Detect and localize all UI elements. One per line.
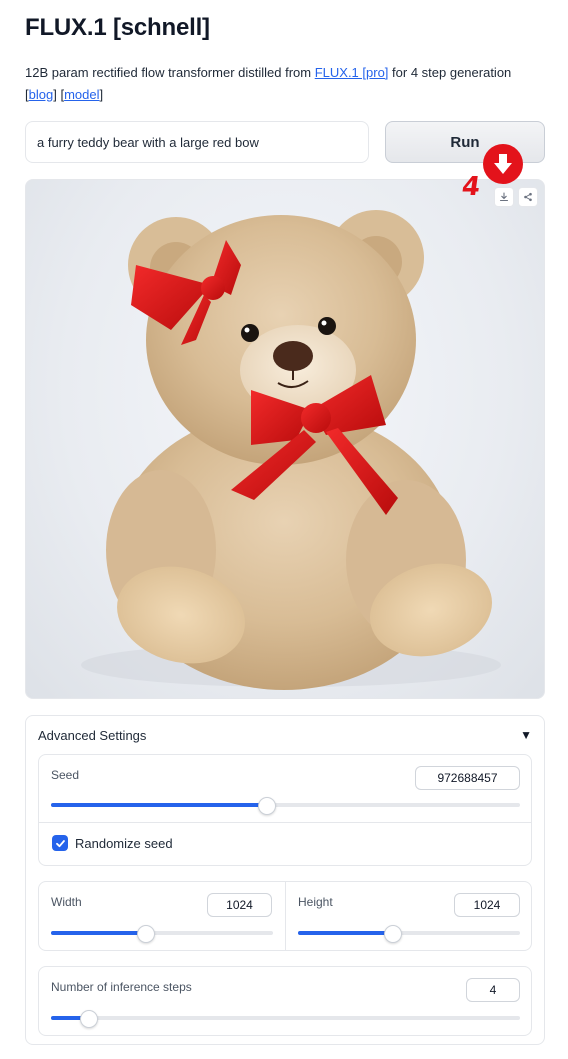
download-icon: [499, 192, 509, 202]
advanced-settings-title[interactable]: Advanced Settings: [38, 728, 146, 743]
collapse-toggle-icon[interactable]: ▼: [520, 728, 532, 742]
inference-steps-slider-thumb[interactable]: [79, 1010, 98, 1028]
randomize-seed-label[interactable]: Randomize seed: [75, 836, 173, 851]
page-title: FLUX.1 [schnell]: [25, 14, 210, 41]
prompt-field[interactable]: [25, 121, 369, 163]
inference-steps-label: Number of inference steps: [51, 980, 192, 994]
width-slider[interactable]: [51, 925, 273, 943]
seed-input[interactable]: [415, 766, 520, 790]
width-slider-thumb[interactable]: [137, 925, 156, 943]
width-label: Width: [51, 895, 82, 909]
advanced-settings-panel: Advanced Settings ▼ Seed Randomize seed …: [25, 715, 545, 1045]
model-link[interactable]: model: [64, 87, 99, 102]
description-text-2: for 4 step generation: [388, 65, 512, 80]
blog-link[interactable]: blog: [29, 87, 54, 102]
description: 12B param rectified flow transformer dis…: [25, 62, 545, 106]
result-image-panel: [25, 179, 545, 699]
generated-image: [81, 210, 501, 690]
seed-slider-thumb[interactable]: [257, 797, 276, 815]
width-input[interactable]: [207, 893, 272, 917]
inference-steps-group: Number of inference steps: [38, 966, 532, 1036]
inference-steps-input[interactable]: [466, 978, 520, 1002]
seed-label: Seed: [51, 768, 80, 782]
share-button[interactable]: [518, 187, 538, 207]
height-input[interactable]: [454, 893, 520, 917]
height-slider-thumb[interactable]: [384, 925, 403, 943]
download-button[interactable]: [494, 187, 514, 207]
dimensions-group: Width Height: [38, 881, 532, 951]
seed-slider[interactable]: [51, 797, 520, 815]
seed-group: Seed Randomize seed: [38, 754, 532, 866]
share-icon: [524, 192, 532, 202]
description-text: 12B param rectified flow transformer dis…: [25, 65, 315, 80]
prompt-input[interactable]: [26, 122, 368, 162]
height-label: Height: [298, 895, 333, 909]
annotation-arrow-icon: [483, 144, 523, 184]
inference-steps-slider[interactable]: [51, 1010, 520, 1028]
height-slider[interactable]: [298, 925, 520, 943]
flux-pro-link[interactable]: FLUX.1 [pro]: [315, 65, 389, 80]
checkmark-icon: [55, 839, 65, 847]
randomize-seed-checkbox[interactable]: [52, 835, 68, 851]
bracket: ]: [99, 87, 104, 102]
